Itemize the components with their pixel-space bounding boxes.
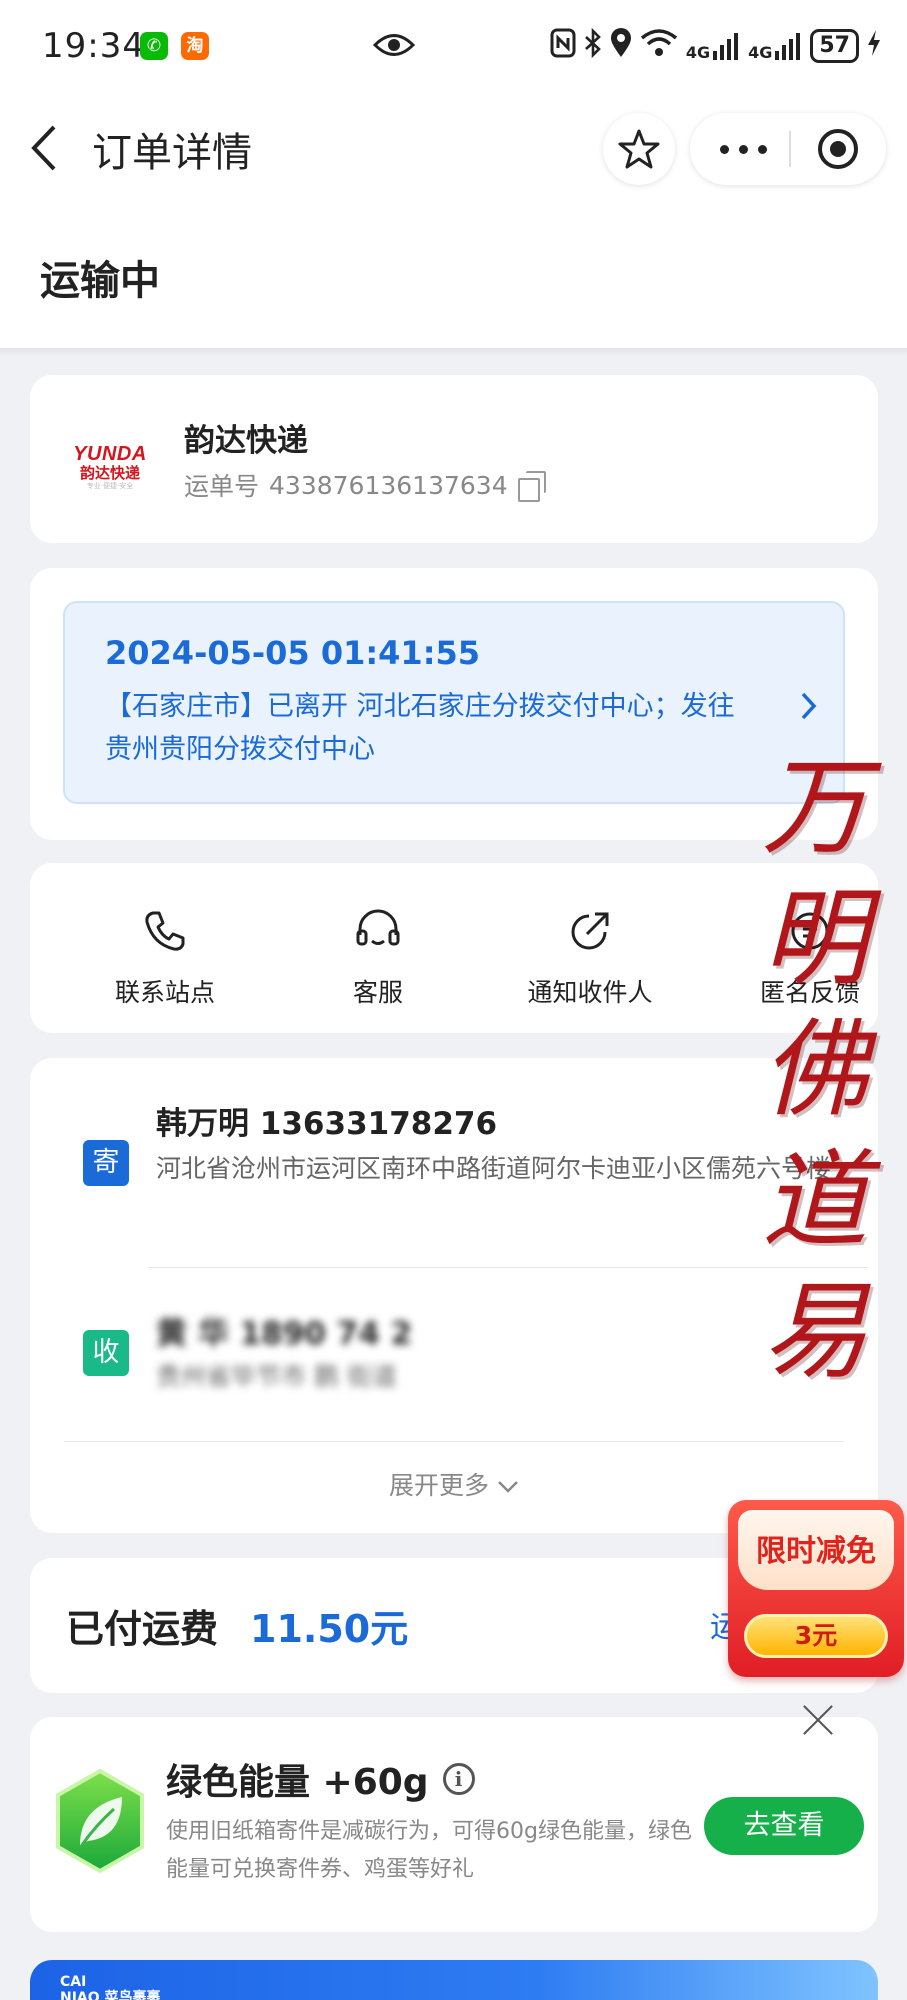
limited-discount-promo[interactable]: 限时减免 3元 [728,1500,904,1677]
sender-address: 河北省沧州市运河区南环中路街道阿尔卡迪亚小区儒苑六号楼 [156,1154,832,1183]
favorite-button[interactable] [603,113,675,185]
nfc-icon [550,28,576,64]
sender-badge: 寄 [83,1140,129,1186]
phone-icon [65,903,265,959]
chevron-right-icon [800,691,818,725]
promo-amount: 3元 [744,1614,888,1658]
status-time: 19:34 [42,26,145,66]
receiver-badge: 收 [83,1330,129,1376]
calligraphy-char: 佛 [762,1008,868,1131]
view-energy-button[interactable]: 去查看 [704,1797,864,1855]
courier-name: 韵达快递 [184,423,308,459]
location-icon [610,28,632,64]
calligraphy-char: 道 [762,1139,868,1262]
cainiao-logo-top: CAI [60,1974,87,1990]
energy-title-row: 绿色能量 +60g i [166,1753,475,1805]
cainiao-logo-bottom: NIAO 菜鸟裹裹 [60,1990,161,2000]
close-miniapp-icon[interactable] [818,129,858,169]
capsule-divider [789,131,791,167]
charging-icon [867,29,881,63]
signal-4g-icon: 4G [686,31,740,61]
energy-title: 绿色能量 +60g [166,1762,429,1803]
calligraphy-char: 易 [762,1270,868,1393]
copy-icon[interactable] [517,471,546,502]
yunda-logo: YUNDA 韵达快递 专业·便捷·安全 [70,443,150,491]
customer-service-button[interactable]: 客服 [278,903,478,1009]
fee-label: 已付运费 [66,1607,219,1651]
status-bar: 19:34 ✆ 淘 4G 4G 57 [0,0,907,95]
status-icons: 4G 4G 57 [550,27,881,64]
chevron-down-icon [498,1481,518,1493]
waybill-label: 运单号 [184,472,260,501]
page-title: 订单详情 [92,130,252,176]
logo-text-en: YUNDA [73,443,147,465]
nav-bar: 订单详情 [0,95,907,200]
energy-description: 使用旧纸箱寄件是减碳行为，可得60g绿色能量，绿色能量可兑换寄件券、鸡蛋等好礼 [166,1819,692,1882]
share-icon [490,903,690,959]
leaf-icon [56,1768,144,1874]
calligraphy-char: 万 [762,746,868,869]
star-icon [618,129,660,169]
battery-indicator: 57 [810,29,859,63]
network-type-2: 4G [748,43,773,62]
wechat-icon: ✆ [140,32,168,60]
back-arrow-icon[interactable] [28,123,58,177]
action-label: 联系站点 [114,978,215,1007]
tracking-text: 【石家庄市】已离开 河北石家庄分拨交付中心；发往 贵州贵阳分拨交付中心 [105,691,735,765]
logo-slogan: 专业·便捷·安全 [86,482,134,490]
miniapp-capsule [690,113,886,185]
fee-value: 11.50元 [250,1607,409,1651]
cainiao-logo: CAI NIAO 菜鸟裹裹 [60,1974,161,2000]
network-type-1: 4G [685,43,711,62]
waybill-row: 运单号 433876136137634 [184,467,546,503]
more-dots-icon[interactable] [720,145,767,154]
green-energy-card: 绿色能量 +60g i 使用旧纸箱寄件是减碳行为，可得60g绿色能量，绿色能量可… [30,1717,878,1932]
signal-4g-icon-2: 4G [748,31,802,61]
receiver-name-phone: 黄 华 1890 74 2 [156,1316,413,1352]
taobao-icon: 淘 [181,32,209,60]
calligraphy-watermark: 万 明 佛 道 易 [750,742,880,1397]
contact-station-button[interactable]: 联系站点 [65,903,265,1009]
expand-divider [64,1441,844,1442]
order-status: 运输中 [40,258,160,304]
cainiao-banner[interactable]: CAI NIAO 菜鸟裹裹 [30,1960,878,2000]
courier-card: YUNDA 韵达快递 专业·便捷·安全 韵达快递 运单号 43387613613… [30,375,878,543]
latest-tracking[interactable]: 2024-05-05 01:41:55 【石家庄市】已离开 河北石家庄分拨交付中… [63,601,845,804]
eye-icon [372,30,416,64]
receiver-address: 贵州省毕节市 鹏 街道 [156,1362,397,1391]
bluetooth-icon [584,27,602,64]
sender-name-phone: 韩万明 13633178276 [156,1106,498,1142]
calligraphy-char: 明 [762,877,868,1000]
expand-more-button[interactable]: 展开更多 [30,1466,878,1502]
expand-label: 展开更多 [389,1471,490,1500]
waybill-number: 433876136137634 [269,470,508,500]
logo-text-cn: 韵达快递 [79,464,140,482]
promo-title: 限时减免 [756,1534,876,1569]
close-icon[interactable] [800,1702,836,1738]
action-label: 客服 [352,978,403,1007]
notify-recipient-button[interactable]: 通知收件人 [490,903,690,1009]
header-shadow [0,348,907,356]
info-icon[interactable]: i [442,1763,475,1795]
action-label: 通知收件人 [527,978,653,1007]
headset-icon [278,903,478,959]
wifi-icon [640,28,678,64]
tracking-time: 2024-05-05 01:41:55 [105,634,481,672]
